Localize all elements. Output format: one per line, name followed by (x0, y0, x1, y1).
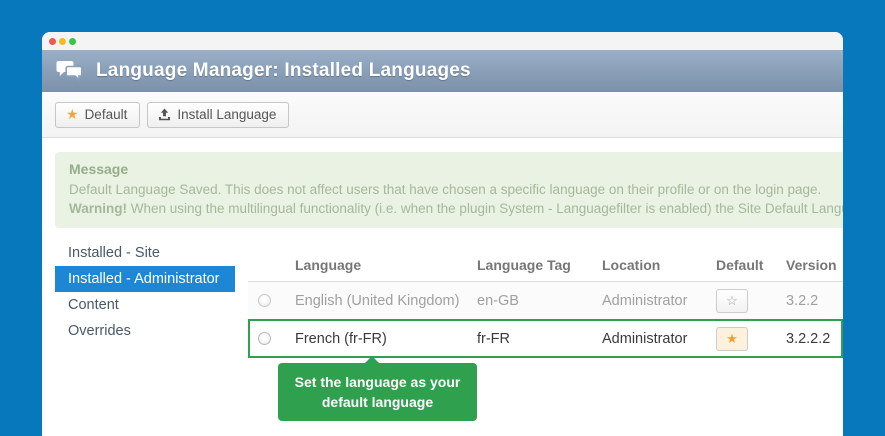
cell-language: English (United Kingdom) (295, 293, 477, 309)
upload-icon (158, 108, 171, 121)
message-line-2: Warning! When using the multilingual fun… (69, 199, 843, 218)
cell-location: Administrator (602, 331, 716, 347)
page-title: Language Manager: Installed Languages (96, 60, 471, 82)
install-language-button-label: Install Language (177, 107, 276, 122)
install-language-button[interactable]: Install Language (147, 102, 289, 128)
cell-location: Administrator (602, 293, 716, 309)
cell-language: French (fr-FR) (295, 331, 477, 347)
column-header-version: Version (786, 257, 843, 273)
sidebar-item-installed-administrator[interactable]: Installed - Administrator (55, 266, 235, 292)
close-button[interactable] (49, 38, 56, 45)
sidebar: Installed - Site Installed - Administrat… (55, 240, 235, 344)
tooltip-line-1: Set the language as your (278, 372, 477, 392)
table-row-french: French (fr-FR) fr-FR Administrator ★ 3.2… (248, 319, 843, 358)
cell-version: 3.2.2.2 (786, 331, 841, 347)
page-header: Language Manager: Installed Languages (42, 50, 843, 92)
app-window: Language Manager: Installed Languages ★ … (42, 32, 843, 436)
window-titlebar (42, 32, 843, 50)
column-header-language: Language (295, 257, 477, 273)
warning-text: When using the multilingual functionalit… (127, 201, 843, 216)
message-heading: Message (69, 161, 843, 177)
default-star-button-english[interactable]: ☆ (716, 289, 748, 313)
warning-label: Warning! (69, 201, 127, 216)
tooltip-line-2: default language (278, 392, 477, 412)
default-button-label: Default (85, 107, 128, 122)
star-icon: ★ (66, 107, 79, 121)
toolbar: ★ Default Install Language (42, 92, 843, 138)
default-star-button-french[interactable]: ★ (716, 327, 748, 351)
sidebar-item-installed-site[interactable]: Installed - Site (55, 240, 235, 266)
sidebar-item-overrides[interactable]: Overrides (55, 318, 235, 344)
cell-language-tag: fr-FR (477, 331, 602, 347)
language-radio-english[interactable] (258, 294, 271, 307)
sidebar-item-content[interactable]: Content (55, 292, 235, 318)
languages-table: Language Language Tag Location Default V… (248, 248, 843, 358)
column-header-default: Default (716, 257, 786, 273)
message-alert: Message Default Language Saved. This doe… (55, 152, 843, 228)
column-header-language-tag: Language Tag (477, 257, 602, 273)
cell-language-tag: en-GB (477, 293, 602, 309)
cell-version: 3.2.2 (786, 293, 843, 309)
table-header-row: Language Language Tag Location Default V… (248, 248, 843, 282)
language-radio-french[interactable] (258, 332, 271, 345)
minimize-button[interactable] (59, 38, 66, 45)
comments-icon (56, 60, 83, 82)
column-header-location: Location (602, 257, 716, 273)
default-language-tooltip: Set the language as your default languag… (278, 363, 477, 421)
zoom-button[interactable] (69, 38, 76, 45)
message-line-1: Default Language Saved. This does not af… (69, 180, 843, 199)
tooltip-arrow (365, 356, 379, 363)
default-button[interactable]: ★ Default (55, 102, 140, 128)
table-row-english: English (United Kingdom) en-GB Administr… (248, 282, 843, 319)
